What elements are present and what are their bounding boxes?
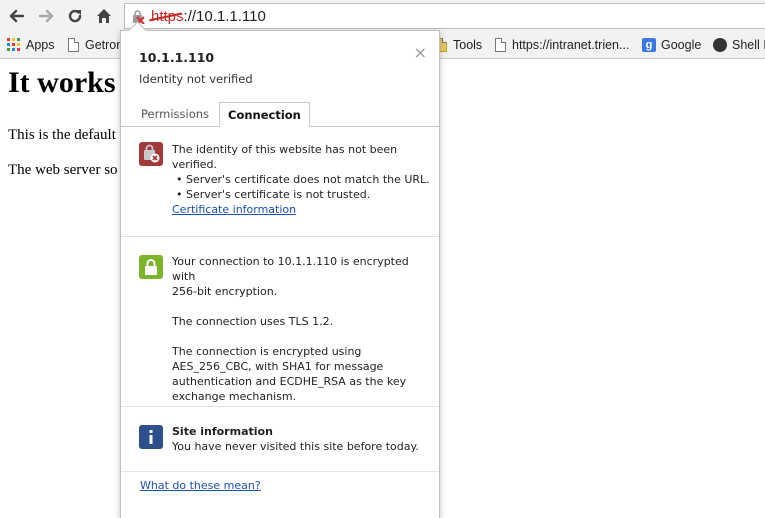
cipher-details: authentication and ECDHE_RSA as the key [172,375,407,388]
help-link[interactable]: What do these mean? [140,479,261,492]
site-info-section: Site information You have never visited … [172,424,430,454]
page-icon [68,38,79,52]
certificate-info-link[interactable]: Certificate information [172,203,296,216]
identity-error-icon [139,142,163,166]
back-button[interactable] [6,5,28,27]
popup-site-title: 10.1.1.110 [139,50,215,65]
bookmark-shell[interactable]: Shell I [713,36,765,54]
home-icon [97,9,111,23]
page-heading: It works [8,66,116,99]
secure-lock-icon [139,255,163,279]
info-icon [139,425,163,449]
apps-grid-icon [7,38,21,52]
identity-section: The identity of this website has not bee… [172,142,430,217]
reload-button[interactable] [64,5,86,27]
url-scheme: https [151,8,184,25]
bookmark-label: Shell I [732,38,765,52]
bookmark-label: Tools [453,38,483,52]
site-info-text: You have never visited this site before … [172,440,419,453]
section-divider [121,471,439,472]
bookmark-label: https://intranet.trien... [512,38,630,52]
browser-toolbar: https://10.1.1.110 [0,0,765,32]
shell-icon [713,38,727,52]
site-info-title: Site information [172,425,273,438]
cipher-details: The connection is encrypted using [172,345,362,358]
site-info-popup: 10.1.1.110 Identity not verified × Permi… [120,21,440,518]
page-paragraph: This is the default w [8,127,131,143]
cipher-details: exchange mechanism. [172,390,297,403]
bookmark-apps[interactable]: Apps [7,36,55,54]
bookmark-intranet[interactable]: https://intranet.trien... [495,36,629,54]
encryption-message: Your connection to 10.1.1.110 is encrypt… [172,255,409,283]
forward-arrow-icon [38,9,54,23]
page-paragraph: The web server so [8,162,118,178]
section-divider [121,406,439,407]
bookmark-label: Google [661,38,702,52]
page-icon [495,38,506,52]
identity-bullet: • Server's certificate is not trusted. [176,188,371,201]
popup-tabs: Permissions Connection [121,102,439,127]
tab-permissions[interactable]: Permissions [133,102,217,126]
google-icon: g [642,38,656,52]
address-bar[interactable]: https://10.1.1.110 [124,3,765,29]
bookmark-google[interactable]: g Google [642,36,701,54]
help-link-container: What do these mean? [140,479,261,492]
url-text[interactable]: https://10.1.1.110 [151,8,266,25]
connection-section: Your connection to 10.1.1.110 is encrypt… [172,254,430,404]
bookmark-label: Apps [26,38,55,52]
forward-button[interactable] [35,5,57,27]
close-icon[interactable]: × [414,45,427,61]
bookmark-getron[interactable]: Getron [68,36,123,54]
section-divider [121,236,439,237]
identity-message: The identity of this website has not bee… [172,143,398,156]
popup-identity-status: Identity not verified [139,72,253,86]
tab-connection[interactable]: Connection [219,102,310,127]
url-host: ://10.1.1.110 [183,8,266,25]
back-arrow-icon [9,9,25,23]
home-button[interactable] [93,5,115,27]
identity-message: verified. [172,158,218,171]
tls-version-text: The connection uses TLS 1.2. [172,315,334,328]
bookmark-tools[interactable]: Tools [436,36,482,54]
reload-icon [68,9,82,23]
bookmark-label: Getron [85,38,124,52]
encryption-message: 256-bit encryption. [172,285,278,298]
cipher-details: AES_256_CBC, with SHA1 for message [172,360,384,373]
identity-bullet: • Server's certificate does not match th… [176,173,430,186]
